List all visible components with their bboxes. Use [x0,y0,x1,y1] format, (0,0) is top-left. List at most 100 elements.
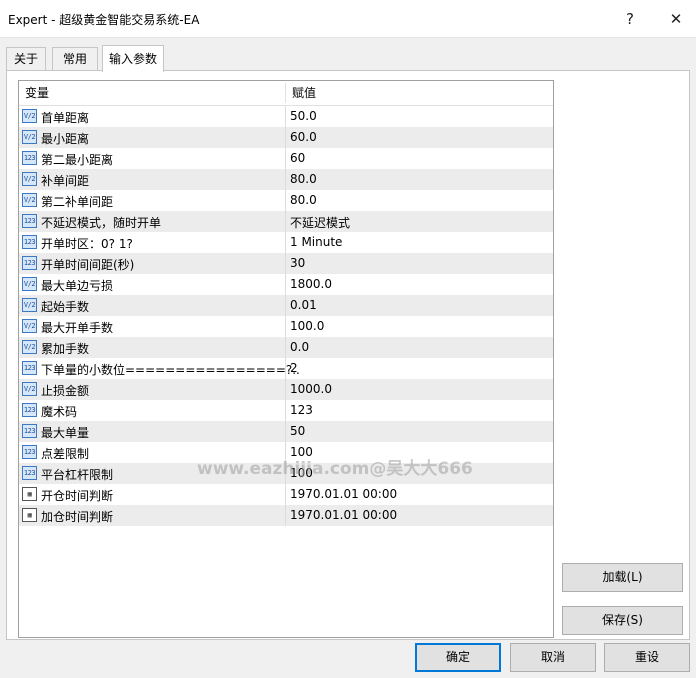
variable-value: 1970.01.01 00:00 [290,487,398,501]
variable-cell[interactable]: V/2 最小距离 [19,127,285,148]
value-cell[interactable]: 100.0 [285,316,553,337]
table-row[interactable]: 123 不延迟模式，随时开单 不延迟模式 [19,211,553,232]
column-header-variable[interactable]: 变量 [25,81,49,106]
variable-cell[interactable]: V/2 最大单边亏损 [19,274,285,295]
help-button[interactable]: ? [618,7,642,31]
table-row[interactable]: 123 平台杠杆限制 100 [19,463,553,484]
double-value-icon: V/2 [22,172,37,186]
table-row[interactable]: 123 开单时区：0? 1? 1 Minute [19,232,553,253]
table-row[interactable]: V/2 首单距离 50.0 [19,106,553,127]
value-cell[interactable]: 80.0 [285,190,553,211]
variable-cell[interactable]: 123 点差限制 [19,442,285,463]
value-cell[interactable]: 1000.0 [285,379,553,400]
table-row[interactable]: V/2 累加手数 0.0 [19,337,553,358]
table-body: V/2 首单距离 50.0 V/2 最小距离 60.0 123 第二最小距离 60 V/2 补单间距… [19,106,553,526]
variable-value: 60 [290,151,306,165]
ok-button[interactable]: 确定 [415,643,501,672]
variable-cell[interactable]: 123 第二最小距离 [19,148,285,169]
variable-cell[interactable]: ▦ 加仓时间判断 [19,505,285,526]
close-button[interactable]: ✕ [664,7,688,31]
variable-name: 累加手数 [41,342,90,356]
variable-value: 0.01 [290,298,317,312]
variable-name: 补单间距 [41,174,90,188]
double-value-icon: V/2 [22,130,37,144]
value-cell[interactable]: 0.01 [285,295,553,316]
table-row[interactable]: V/2 补单间距 80.0 [19,169,553,190]
table-row[interactable]: V/2 最大开单手数 100.0 [19,316,553,337]
variable-cell[interactable]: 123 开单时区：0? 1? [19,232,285,253]
integer-value-icon: 123 [22,256,37,270]
value-cell[interactable]: 50.0 [285,106,553,127]
double-value-icon: V/2 [22,319,37,333]
tab-inputs[interactable]: 输入参数 [102,45,164,72]
variable-cell[interactable]: V/2 第二补单间距 [19,190,285,211]
column-header-value[interactable]: 赋值 [292,81,316,106]
variable-name: 最大单量 [41,426,90,440]
table-row[interactable]: 123 魔术码 123 [19,400,553,421]
variable-cell[interactable]: V/2 起始手数 [19,295,285,316]
reset-button[interactable]: 重设 [604,643,690,672]
value-cell[interactable]: 50 [285,421,553,442]
variable-name: 加仓时间判断 [41,510,114,524]
value-cell[interactable]: 60.0 [285,127,553,148]
variable-value: 100 [290,445,313,459]
variable-cell[interactable]: V/2 首单距离 [19,106,285,127]
variable-cell[interactable]: 123 开单时间间距(秒) [19,253,285,274]
table-row[interactable]: 123 下单量的小数位================?.. 2 [19,358,553,379]
variable-name: 起始手数 [41,300,90,314]
tab-about[interactable]: 关于 [6,47,46,71]
value-cell[interactable]: 1970.01.01 00:00 [285,505,553,526]
variable-cell[interactable]: V/2 累加手数 [19,337,285,358]
variable-cell[interactable]: 123 平台杠杆限制 [19,463,285,484]
variable-cell[interactable]: 123 不延迟模式，随时开单 [19,211,285,232]
table-row[interactable]: V/2 止损金额 1000.0 [19,379,553,400]
variable-value: 30 [290,256,306,270]
variable-name: 最大单边亏损 [41,279,114,293]
table-row[interactable]: V/2 起始手数 0.01 [19,295,553,316]
variable-cell[interactable]: V/2 补单间距 [19,169,285,190]
cancel-button[interactable]: 取消 [510,643,596,672]
table-row[interactable]: V/2 最大单边亏损 1800.0 [19,274,553,295]
window-title: Expert - 超级黄金智能交易系统-EA [8,13,200,27]
integer-value-icon: 123 [22,151,37,165]
value-cell[interactable]: 不延迟模式 [285,211,553,232]
integer-value-icon: 123 [22,466,37,480]
parameters-table[interactable]: 变量 赋值 V/2 首单距离 50.0 V/2 最小距离 60.0 123 第二最小距离 60 V… [18,80,554,638]
value-cell[interactable]: 1800.0 [285,274,553,295]
table-header: 变量 赋值 [19,81,553,106]
variable-cell[interactable]: V/2 最大开单手数 [19,316,285,337]
table-row[interactable]: 123 第二最小距离 60 [19,148,553,169]
table-row[interactable]: 123 最大单量 50 [19,421,553,442]
integer-value-icon: 123 [22,361,37,375]
variable-cell[interactable]: V/2 止损金额 [19,379,285,400]
table-row[interactable]: 123 点差限制 100 [19,442,553,463]
table-row[interactable]: V/2 最小距离 60.0 [19,127,553,148]
value-cell[interactable]: 1 Minute [285,232,553,253]
double-value-icon: V/2 [22,382,37,396]
double-value-icon: V/2 [22,340,37,354]
value-cell[interactable]: 100 [285,463,553,484]
load-button[interactable]: 加载(L) [562,563,683,592]
variable-name: 最大开单手数 [41,321,114,335]
variable-cell[interactable]: ▦ 开仓时间判断 [19,484,285,505]
variable-cell[interactable]: 123 下单量的小数位================?.. [19,358,300,379]
value-cell[interactable]: 30 [285,253,553,274]
variable-cell[interactable]: 123 魔术码 [19,400,285,421]
value-cell[interactable]: 100 [285,442,553,463]
tab-common[interactable]: 常用 [52,47,98,71]
value-cell[interactable]: 80.0 [285,169,553,190]
table-row[interactable]: 123 开单时间间距(秒) 30 [19,253,553,274]
column-divider[interactable] [285,83,286,103]
table-row[interactable]: ▦ 开仓时间判断 1970.01.01 00:00 [19,484,553,505]
table-row[interactable]: ▦ 加仓时间判断 1970.01.01 00:00 [19,505,553,526]
value-cell[interactable]: 1970.01.01 00:00 [285,484,553,505]
save-button[interactable]: 保存(S) [562,606,683,635]
integer-value-icon: 123 [22,235,37,249]
value-cell[interactable]: 123 [285,400,553,421]
value-cell[interactable]: 0.0 [285,337,553,358]
value-cell[interactable]: 2 [285,358,553,379]
table-row[interactable]: V/2 第二补单间距 80.0 [19,190,553,211]
value-cell[interactable]: 60 [285,148,553,169]
variable-cell[interactable]: 123 最大单量 [19,421,285,442]
variable-value: 不延迟模式 [290,216,351,230]
